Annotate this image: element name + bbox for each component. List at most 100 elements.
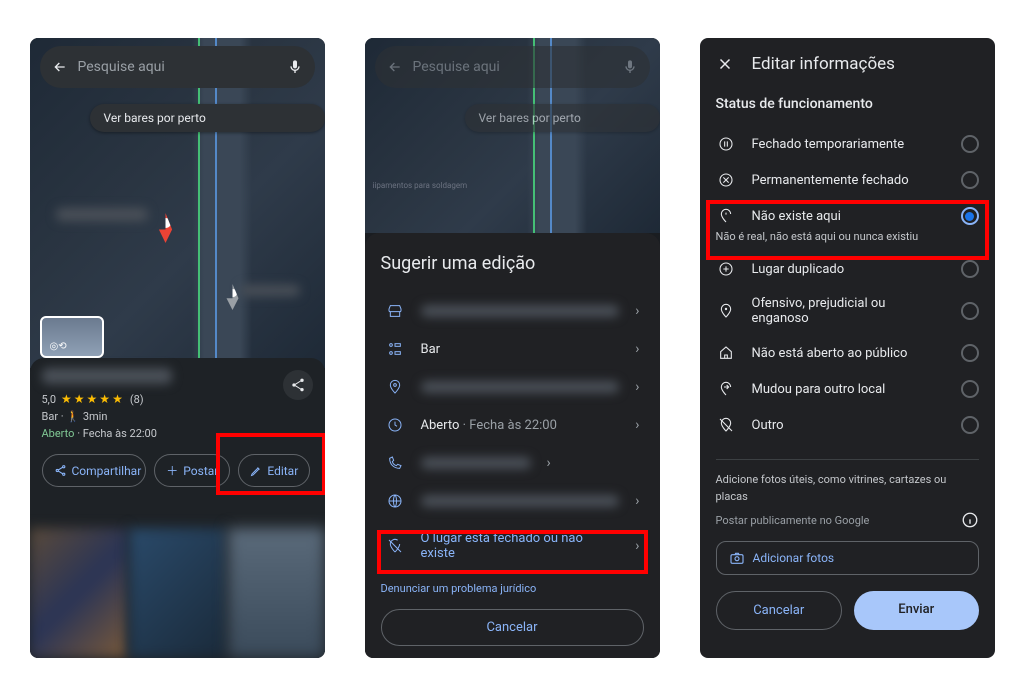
radio-icon[interactable]	[961, 344, 979, 362]
cancel-button[interactable]: Cancelar	[381, 609, 644, 646]
place-closed-or-missing[interactable]: O lugar está fechado ou não existe ›	[381, 520, 644, 572]
edit-location[interactable]: ›	[381, 368, 644, 406]
location-off-icon	[385, 538, 405, 554]
screen-place-detail: Pesquise aqui Ver bares por perto ◎⟲ 5,0…	[30, 38, 325, 658]
rating-row: 5,0 ★★★★★ (8)	[42, 392, 313, 406]
mic-icon[interactable]	[287, 59, 303, 75]
place-photo[interactable]	[228, 528, 325, 658]
mic-icon	[622, 59, 638, 75]
search-placeholder: Pesquise aqui	[413, 59, 612, 75]
place-title-blurred	[42, 368, 172, 384]
status-option-label: Não está aberto ao público	[752, 346, 945, 361]
clock-icon	[385, 417, 405, 433]
map-poi-label: iipamentos para soldagem	[373, 181, 468, 190]
edit-category[interactable]: Bar ›	[381, 330, 644, 368]
sheet-title: Sugerir uma edição	[381, 253, 644, 274]
status-option-label: Ofensivo, prejudicial ou enganoso	[752, 296, 945, 326]
blurred-name	[421, 305, 620, 317]
status-option-label: Fechado temporariamente	[752, 137, 945, 152]
pin-icon	[385, 379, 405, 395]
offensive-icon	[716, 303, 736, 319]
closed-label: O lugar está fechado ou não existe	[421, 531, 620, 561]
share-button[interactable]	[283, 370, 313, 400]
nearby-chip[interactable]: Ver bares por perto	[90, 104, 325, 132]
edit-phone[interactable]: ›	[381, 444, 644, 482]
edit-hours[interactable]: Aberto · Fecha às 22:00 ›	[381, 406, 644, 444]
add-photos-button[interactable]: Adicionar fotos	[716, 541, 979, 575]
chevron-right-icon: ›	[635, 303, 639, 319]
edit-name[interactable]: ›	[381, 292, 644, 330]
search-placeholder: Pesquise aqui	[78, 59, 277, 75]
cancel-button[interactable]: Cancelar	[716, 591, 843, 630]
radio-icon[interactable]	[961, 171, 979, 189]
place-photo[interactable]	[30, 528, 127, 658]
radio-icon[interactable]	[961, 260, 979, 278]
streetview-thumbnail[interactable]: ◎⟲	[40, 316, 104, 358]
edit-chip-label: Editar	[267, 464, 298, 478]
phone-icon	[385, 455, 405, 471]
status-option-pause[interactable]: Fechado temporariamente	[716, 126, 979, 162]
share-chip-label: Compartilhar	[72, 464, 142, 478]
post-chip[interactable]: ＋ Postar	[154, 454, 230, 487]
category-label: Bar	[421, 342, 620, 357]
storefront-icon	[385, 303, 405, 319]
footer-buttons: Cancelar Enviar	[716, 591, 979, 630]
submit-button[interactable]: Enviar	[854, 591, 979, 630]
edit-chip[interactable]: Editar	[238, 454, 310, 487]
share-icon	[54, 464, 67, 477]
add-photos-label: Adicionar fotos	[753, 551, 835, 565]
edit-website[interactable]: ›	[381, 482, 644, 520]
photos-help-text: Adicione fotos úteis, como vitrines, car…	[716, 472, 979, 505]
chevron-right-icon: ›	[635, 341, 639, 357]
radio-icon[interactable]	[961, 380, 979, 398]
walk-time: 3min	[83, 410, 108, 423]
duplicate-icon	[716, 261, 736, 277]
radio-icon[interactable]	[961, 302, 979, 320]
hours-row: Aberto · Fecha às 22:00	[42, 427, 313, 440]
edit-header: Editar informações	[716, 54, 979, 74]
status-option-closed[interactable]: Permanentemente fechado	[716, 162, 979, 198]
public-notice-text: Postar publicamente no Google	[716, 514, 870, 527]
place-photo[interactable]	[129, 528, 226, 658]
chevron-right-icon: ›	[635, 417, 639, 433]
place-category: Bar	[42, 410, 59, 423]
status-option-not-here[interactable]: Não existe aqui	[716, 198, 979, 234]
edit-title: Editar informações	[752, 54, 895, 74]
report-legal-link[interactable]: Denunciar um problema jurídico	[381, 582, 644, 595]
status-option-label: Permanentemente fechado	[752, 173, 945, 188]
status-option-label: Não existe aqui	[752, 209, 945, 224]
status-option-private[interactable]: Não está aberto ao público	[716, 335, 979, 371]
status-option-moved[interactable]: Mudou para outro local	[716, 371, 979, 407]
screen-edit-info: Editar informações Status de funcionamen…	[700, 38, 995, 658]
chevron-right-icon: ›	[547, 455, 551, 471]
blurred-address	[421, 381, 620, 393]
search-bar-dimmed: Pesquise aqui	[375, 46, 650, 88]
search-bar[interactable]: Pesquise aqui	[40, 46, 315, 88]
info-icon[interactable]	[961, 511, 979, 529]
status-option-offensive[interactable]: Ofensivo, prejudicial ou enganoso	[716, 287, 979, 335]
stars-icon: ★★★★★	[61, 392, 125, 406]
blurred-website	[421, 495, 620, 507]
status-option-label: Lugar duplicado	[752, 262, 945, 277]
status-option-label: Mudou para outro local	[752, 382, 945, 397]
close-icon[interactable]	[716, 55, 734, 73]
status-option-duplicate[interactable]: Lugar duplicado	[716, 251, 979, 287]
photos-carousel[interactable]	[30, 528, 325, 658]
status-option-other[interactable]: Outro	[716, 407, 979, 443]
blurred-phone	[421, 457, 531, 469]
screen-suggest-edit: Pesquise aqui Ver bares por perto iipame…	[365, 38, 660, 658]
reviews-count: (8)	[130, 393, 144, 406]
radio-icon[interactable]	[961, 135, 979, 153]
open-label: Aberto	[42, 427, 75, 440]
suggest-edit-sheet: Sugerir uma edição › Bar › ›	[365, 233, 660, 658]
share-chip[interactable]: Compartilhar	[42, 454, 147, 487]
moved-icon	[716, 381, 736, 397]
radio-icon[interactable]	[961, 416, 979, 434]
not-here-icon	[716, 208, 736, 224]
section-label: Status de funcionamento	[716, 96, 979, 112]
pencil-icon	[250, 465, 262, 477]
divider	[716, 459, 979, 460]
radio-icon[interactable]	[961, 207, 979, 225]
plus-icon: ＋	[166, 462, 178, 479]
back-icon[interactable]	[52, 59, 68, 75]
